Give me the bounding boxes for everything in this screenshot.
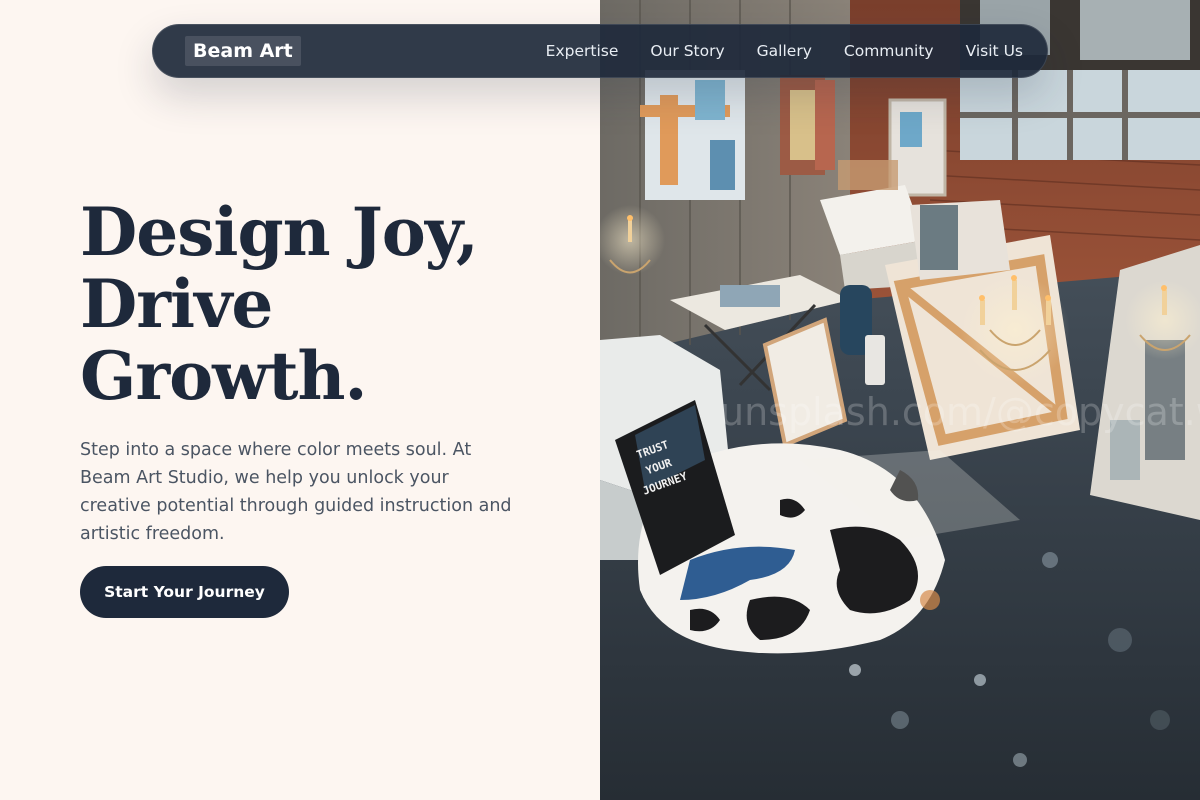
studio-photo: TRUST YOUR JOURNEY unsplash.com/@copycat… (600, 0, 1200, 800)
nav-link-gallery[interactable]: Gallery (757, 42, 812, 60)
nav-links: Expertise Our Story Gallery Community Vi… (546, 42, 1023, 60)
nav-link-community[interactable]: Community (844, 42, 934, 60)
start-journey-button[interactable]: Start Your Journey (80, 566, 289, 618)
hero-title: Design Joy, Drive Growth. (80, 196, 580, 412)
abstract-painting (640, 70, 745, 200)
hero-title-line-1: Design Joy, (80, 193, 479, 271)
hero-title-line-3: Growth. (80, 337, 367, 415)
top-navbar: Beam Art Expertise Our Story Gallery Com… (152, 24, 1048, 78)
hero-left-panel: Design Joy, Drive Growth. Step into a sp… (0, 0, 600, 800)
page: Design Joy, Drive Growth. Step into a sp… (0, 0, 1200, 800)
hero-description: Step into a space where color meets soul… (80, 440, 512, 544)
hanging-clothes (780, 75, 835, 175)
nav-link-expertise[interactable]: Expertise (546, 42, 619, 60)
hero-title-line-2: Drive (80, 265, 273, 343)
nav-link-visit-us[interactable]: Visit Us (966, 42, 1023, 60)
studio-photo-illustration: TRUST YOUR JOURNEY unsplash.com/@copycat… (600, 0, 1200, 800)
photo-watermark: unsplash.com/@copycat.works (720, 390, 1200, 434)
nav-link-our-story[interactable]: Our Story (650, 42, 724, 60)
logo[interactable]: Beam Art (185, 36, 301, 66)
